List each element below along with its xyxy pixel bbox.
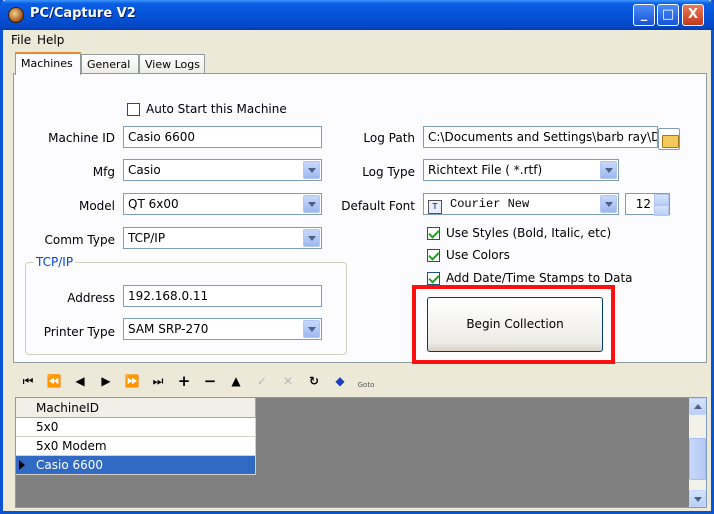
- mfg-dropdown-icon[interactable]: [303, 161, 320, 179]
- comm-type-dropdown-icon[interactable]: [303, 229, 320, 247]
- model-dropdown-icon[interactable]: [303, 195, 320, 213]
- printer-type-label: Printer Type: [43, 325, 115, 339]
- window-title: PC/Capture V2: [30, 6, 136, 21]
- log-type-label: Log Type: [362, 165, 415, 179]
- default-font-label: Default Font: [341, 199, 415, 213]
- machine-id-label: Machine ID: [48, 131, 115, 145]
- add-timestamps-label: Add Date/Time Stamps to Data: [446, 271, 633, 285]
- use-styles-label: Use Styles (Bold, Italic, etc): [446, 226, 612, 240]
- comm-type-value: TCP/IP: [128, 231, 166, 245]
- use-colors-label: Use Colors: [446, 248, 510, 262]
- main-window: PC/Capture V2 _ □ X File Help Machines G…: [0, 0, 714, 514]
- next-record-icon[interactable]: ▶: [95, 372, 117, 390]
- truetype-font-icon: T: [428, 200, 442, 214]
- printer-type-value: SAM SRP-270: [128, 322, 209, 336]
- table-row[interactable]: 5x0: [16, 418, 256, 437]
- tab-view-logs[interactable]: View Logs: [139, 54, 205, 74]
- comm-type-select[interactable]: TCP/IP: [123, 227, 322, 249]
- scroll-up-icon[interactable]: [689, 398, 706, 415]
- close-button[interactable]: X: [682, 4, 704, 26]
- scroll-down-icon[interactable]: [689, 490, 706, 507]
- default-font-dropdown-icon[interactable]: [600, 195, 617, 213]
- comm-type-label: Comm Type: [44, 233, 115, 247]
- mfg-select[interactable]: Casio: [123, 159, 322, 181]
- mfg-value: Casio: [128, 163, 161, 177]
- prior-page-icon[interactable]: ⏪: [43, 372, 65, 390]
- address-label: Address: [67, 291, 115, 305]
- app-icon: [8, 7, 24, 23]
- log-type-select[interactable]: Richtext File ( *.rtf): [423, 159, 619, 181]
- refresh-icon[interactable]: ↻: [303, 372, 325, 390]
- cell-machineid: 5x0: [36, 420, 59, 434]
- address-input[interactable]: 192.168.0.11: [123, 285, 322, 307]
- machine-id-input[interactable]: Casio 6600: [123, 126, 322, 148]
- maximize-button[interactable]: □: [657, 4, 679, 26]
- mfg-label: Mfg: [92, 165, 115, 179]
- data-navigator: ⏮ ⏪ ◀ ▶ ⏩ ⏭ + − ▲ ✓ ✕ ↻ ◆ Goto: [15, 370, 705, 394]
- browse-folder-icon[interactable]: [658, 128, 680, 150]
- menu-bar: File Help: [3, 30, 711, 50]
- model-label: Model: [78, 199, 115, 213]
- bookmark-icon[interactable]: ◆: [329, 372, 351, 390]
- default-font-value: Courier New: [450, 197, 530, 211]
- goto-bookmark-icon[interactable]: Goto: [355, 372, 377, 390]
- model-select[interactable]: QT 6x00: [123, 193, 322, 215]
- log-type-value: Richtext File ( *.rtf): [428, 163, 543, 177]
- cell-machineid: Casio 6600: [36, 458, 104, 472]
- cell-machineid: 5x0 Modem: [36, 439, 107, 453]
- log-path-input[interactable]: C:\Documents and Settings\barb ray\De: [423, 126, 658, 148]
- tcpip-group-title: TCP/IP: [34, 255, 76, 269]
- use-styles-checkbox[interactable]: [427, 227, 440, 240]
- machines-grid[interactable]: MachineID 5x0 5x0 Modem Casio 6600: [15, 397, 707, 508]
- use-colors-checkbox[interactable]: [427, 249, 440, 262]
- first-record-icon[interactable]: ⏮: [17, 372, 39, 390]
- delete-record-icon[interactable]: −: [199, 372, 221, 390]
- cancel-edit-icon[interactable]: ✕: [277, 372, 299, 390]
- font-size-value: 12: [635, 197, 651, 211]
- auto-start-checkbox[interactable]: [127, 103, 140, 116]
- column-header-machineid[interactable]: MachineID: [16, 398, 256, 418]
- highlight-box: [412, 285, 615, 364]
- scroll-thumb[interactable]: [689, 438, 706, 480]
- log-type-dropdown-icon[interactable]: [600, 161, 617, 179]
- last-record-icon[interactable]: ⏭: [147, 372, 169, 390]
- minimize-button[interactable]: _: [633, 4, 655, 26]
- add-timestamps-checkbox[interactable]: [427, 272, 440, 285]
- menu-help[interactable]: Help: [37, 33, 64, 47]
- default-font-select[interactable]: T Courier New: [423, 193, 619, 215]
- printer-type-dropdown-icon[interactable]: [303, 320, 320, 338]
- current-row-indicator-icon: [19, 460, 25, 470]
- table-row-selected[interactable]: Casio 6600: [16, 456, 256, 475]
- table-row[interactable]: 5x0 Modem: [16, 437, 256, 456]
- tcpip-group: TCP/IP: [25, 255, 347, 355]
- prior-record-icon[interactable]: ◀: [69, 372, 91, 390]
- font-size-spinner[interactable]: [654, 194, 669, 216]
- insert-record-icon[interactable]: +: [173, 372, 195, 390]
- font-size-down-icon[interactable]: [654, 205, 669, 216]
- edit-record-icon[interactable]: ▲: [225, 372, 247, 390]
- printer-type-select[interactable]: SAM SRP-270: [123, 318, 322, 340]
- post-edit-icon[interactable]: ✓: [251, 372, 273, 390]
- tab-general[interactable]: General: [81, 54, 139, 74]
- grid-vertical-scrollbar[interactable]: [689, 398, 706, 507]
- auto-start-label: Auto Start this Machine: [146, 102, 287, 116]
- font-size-up-icon[interactable]: [654, 194, 669, 205]
- log-path-label: Log Path: [363, 131, 415, 145]
- next-page-icon[interactable]: ⏩: [121, 372, 143, 390]
- title-bar[interactable]: PC/Capture V2 _ □ X: [0, 0, 714, 30]
- tab-machines[interactable]: Machines: [15, 52, 81, 75]
- model-value: QT 6x00: [128, 197, 179, 211]
- menu-file[interactable]: File: [11, 33, 31, 47]
